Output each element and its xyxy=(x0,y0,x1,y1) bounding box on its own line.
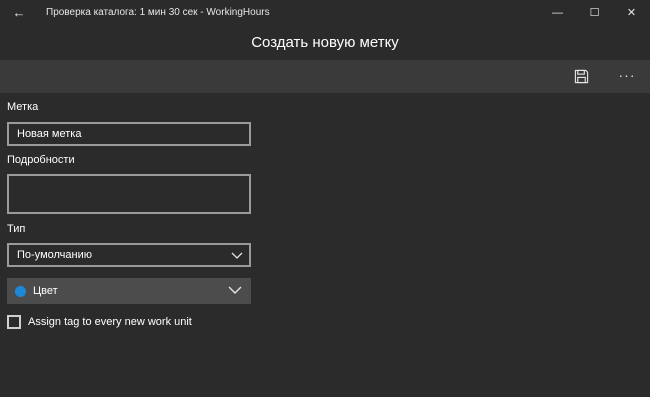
back-arrow-icon: ← xyxy=(12,5,26,20)
maximize-icon: ☐ xyxy=(589,7,600,19)
page-title: Создать новую метку xyxy=(251,34,399,51)
back-button[interactable]: ← xyxy=(0,0,38,25)
assign-tag-checkbox-row[interactable]: Assign tag to every new work unit xyxy=(7,315,192,329)
save-icon xyxy=(574,69,588,84)
more-icon: ··· xyxy=(618,66,636,83)
chevron-down-icon xyxy=(228,286,242,294)
minimize-button[interactable]: — xyxy=(539,0,576,25)
type-label: Тип xyxy=(7,223,26,235)
page-header: Создать новую метку xyxy=(0,25,650,60)
tag-label: Метка xyxy=(7,101,39,113)
color-picker-button[interactable]: Цвет xyxy=(7,278,251,304)
type-select-value: По-умолчанию xyxy=(17,249,92,261)
save-button[interactable] xyxy=(558,60,604,93)
form-content: Метка Подробности Тип По-умолчанию Цвет … xyxy=(0,93,650,397)
window-title: Проверка каталога: 1 мин 30 сек - Workin… xyxy=(46,7,270,18)
command-bar: ··· xyxy=(0,60,650,93)
title-bar: ← Проверка каталога: 1 мин 30 сек - Work… xyxy=(0,0,650,25)
minimize-icon: — xyxy=(552,6,563,19)
assign-tag-checkbox[interactable] xyxy=(7,315,21,329)
close-icon: ✕ xyxy=(626,7,637,19)
caption-buttons: — ☐ ✕ xyxy=(539,0,650,25)
color-swatch xyxy=(15,285,26,297)
more-button[interactable]: ··· xyxy=(604,60,650,93)
details-label: Подробности xyxy=(7,154,75,166)
color-label: Цвет xyxy=(33,285,58,297)
chevron-down-icon xyxy=(231,252,243,259)
close-button[interactable]: ✕ xyxy=(613,0,650,25)
assign-tag-label: Assign tag to every new work unit xyxy=(28,316,192,328)
tag-name-input[interactable] xyxy=(7,122,251,146)
details-input[interactable] xyxy=(7,174,251,214)
type-select[interactable]: По-умолчанию xyxy=(7,243,251,267)
maximize-button[interactable]: ☐ xyxy=(576,0,613,25)
